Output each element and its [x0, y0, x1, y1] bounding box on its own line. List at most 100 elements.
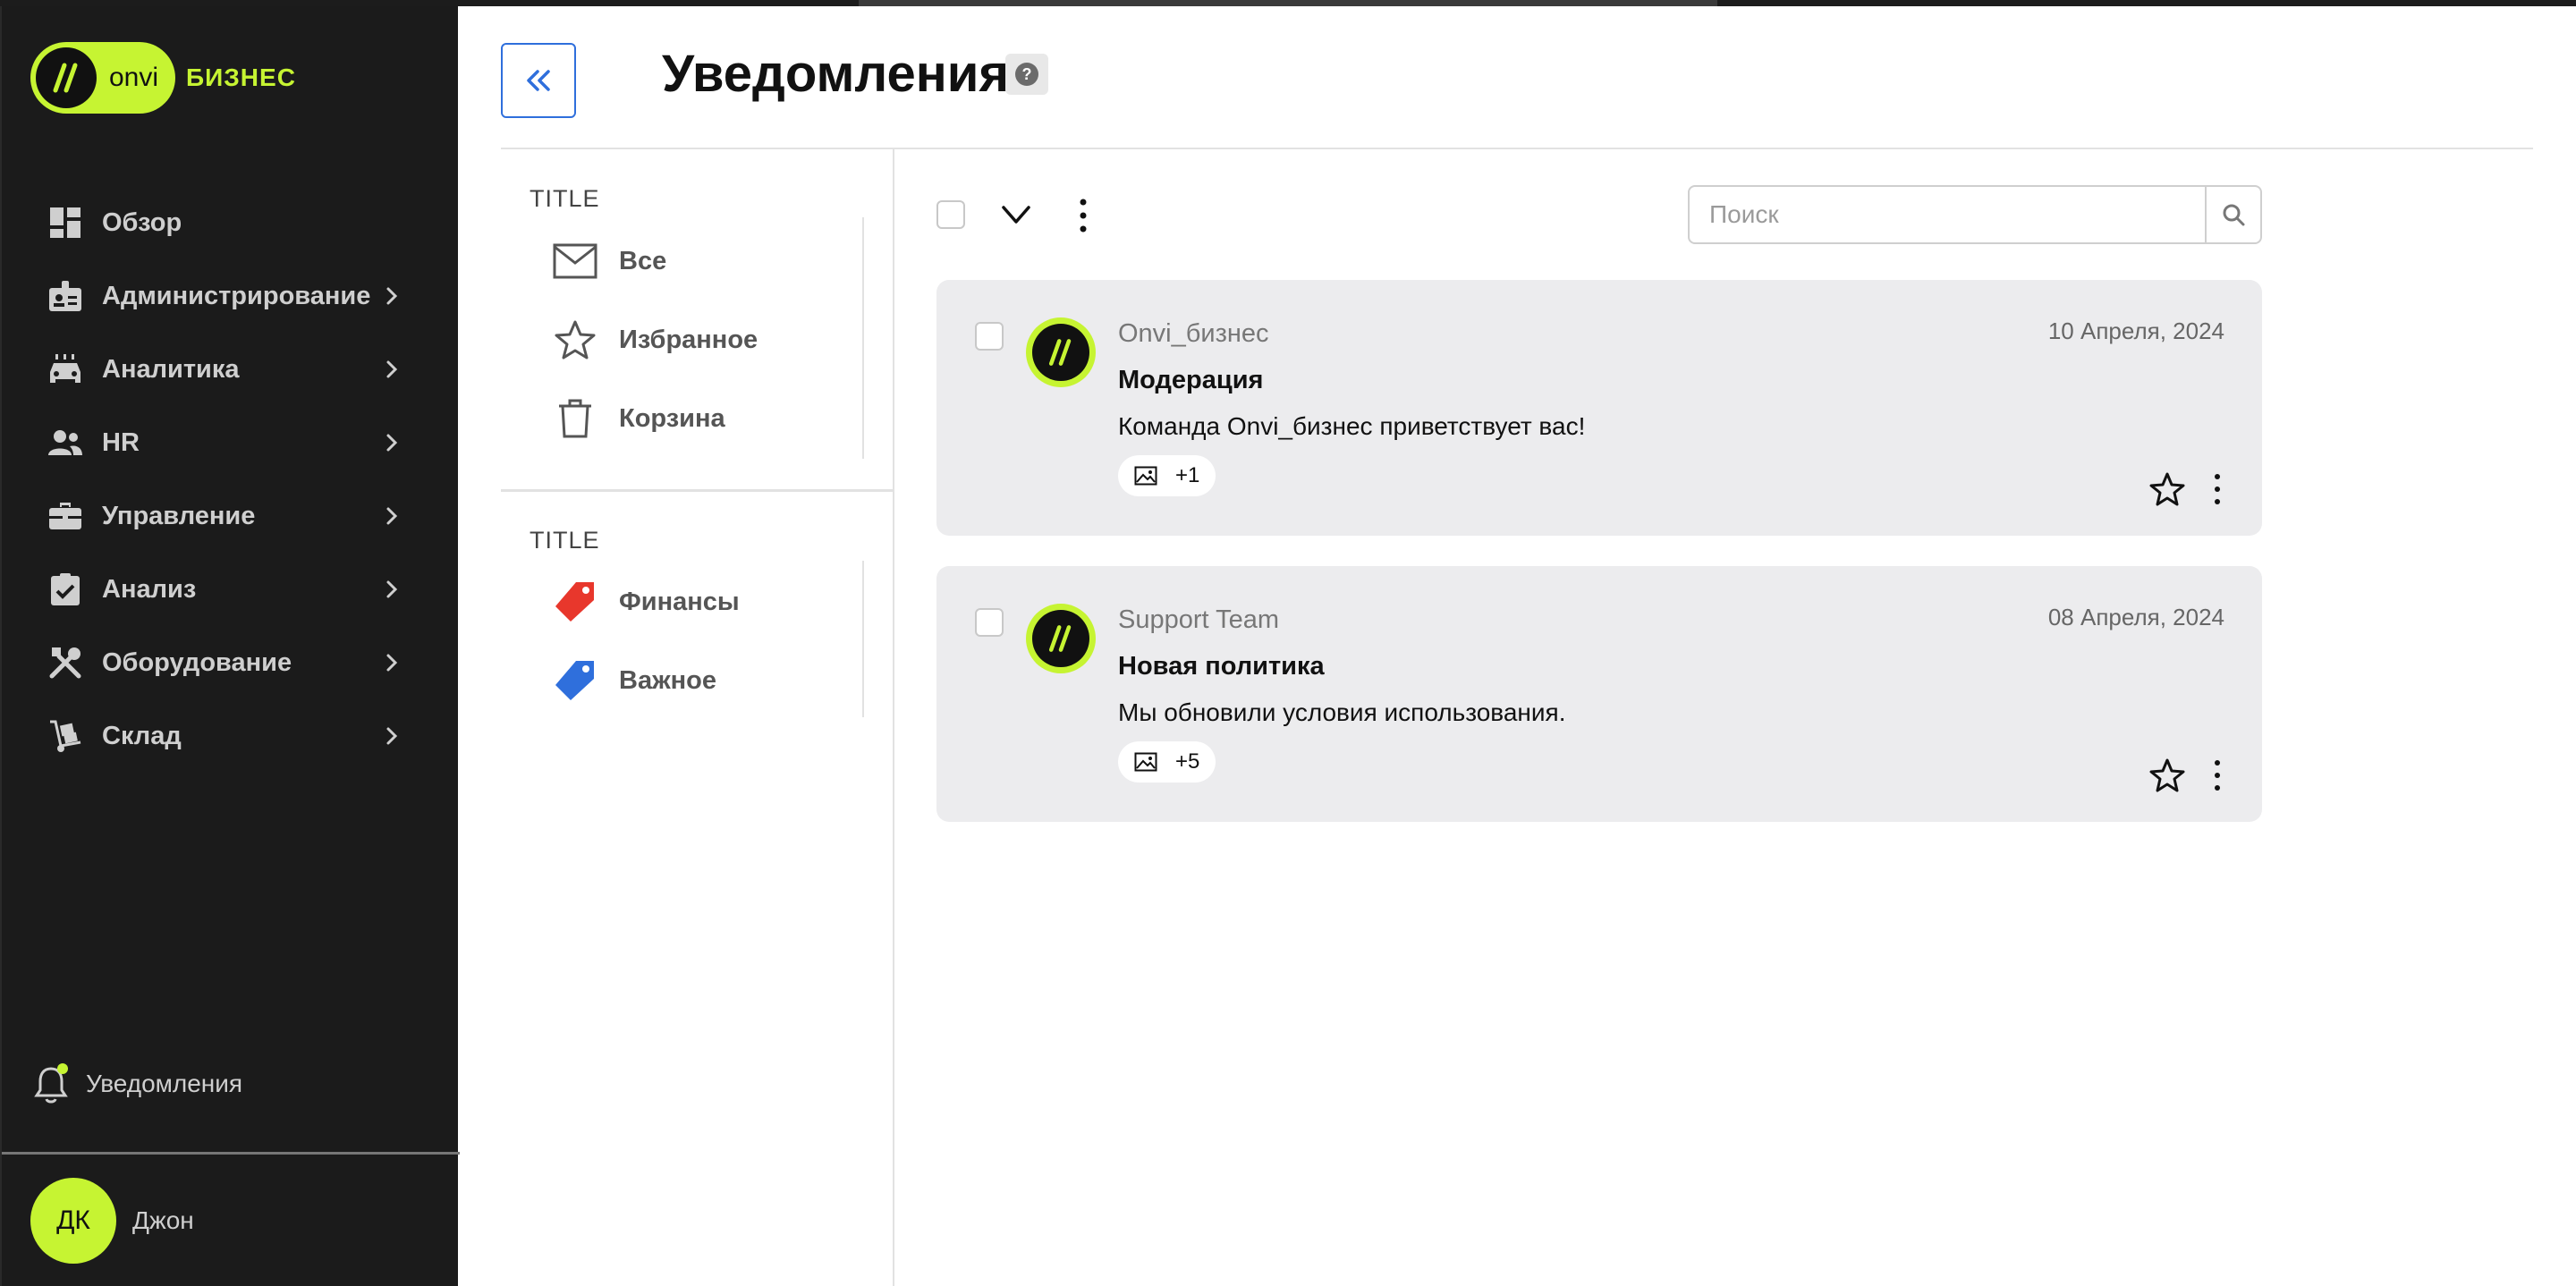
logo-pill: onvi [30, 42, 175, 114]
user-profile[interactable]: ДК Джон [30, 1178, 194, 1264]
select-all-checkbox[interactable] [936, 200, 965, 229]
avatar: ДК [30, 1178, 116, 1264]
people-icon [47, 424, 84, 461]
folders-section-title: TITLE [530, 185, 600, 212]
brand-logo[interactable]: onvi БИЗНЕС [30, 42, 296, 114]
dashboard-icon [47, 204, 84, 241]
folders-section-title: TITLE [530, 527, 600, 554]
attachments-count: +5 [1175, 749, 1200, 774]
sidebar-item-analysis[interactable]: Анализ [47, 563, 413, 616]
sidebar-item-label: Администрирование [102, 281, 371, 310]
user-name: Джон [132, 1206, 194, 1234]
help-icon: ? [1015, 63, 1038, 86]
search-icon [2223, 204, 2245, 226]
star-icon[interactable] [2149, 471, 2185, 507]
attachments-chip[interactable]: +1 [1118, 455, 1216, 496]
collapse-sidebar-button[interactable] [501, 43, 576, 118]
tag-icon [551, 578, 599, 626]
message-sender: Onvi_бизнес [1118, 319, 1269, 348]
label-finance[interactable]: Финансы [551, 575, 740, 629]
sidebar-divider [2, 1152, 460, 1155]
label-text: Финансы [619, 587, 740, 616]
logo-mark-icon [1032, 610, 1089, 667]
window-top-bar [0, 0, 2576, 6]
logo-text: onvi [109, 63, 159, 92]
folder-label: Корзина [619, 403, 725, 433]
chevron-right-icon [386, 654, 398, 672]
chevron-right-icon [386, 360, 398, 378]
sidebar: onvi БИЗНЕС Обзор Администрирование Анал… [0, 6, 460, 1286]
sidebar-item-label: Обзор [102, 207, 182, 237]
notifications-label: Уведомления [86, 1070, 243, 1097]
sidebar-item-overview[interactable]: Обзор [47, 196, 413, 250]
folder-label: Все [619, 246, 667, 275]
sidebar-item-label: HR [102, 427, 140, 457]
chevron-right-icon [386, 287, 398, 305]
sidebar-item-label: Управление [102, 501, 256, 530]
sidebar-item-management[interactable]: Управление [47, 489, 413, 543]
trash-icon [551, 394, 599, 443]
clipboard-check-icon [47, 571, 84, 608]
search-input[interactable] [1690, 187, 2205, 242]
label-important[interactable]: Важное [551, 654, 716, 707]
folders-panel: TITLE Все Избранное Корзина TITLE Финанс… [501, 149, 894, 1286]
chevron-right-icon [386, 434, 398, 452]
sidebar-item-label: Оборудование [102, 647, 292, 677]
attachments-chip[interactable]: +5 [1118, 741, 1216, 783]
message-subject: Модерация [1118, 366, 1264, 394]
sidebar-item-label: Аналитика [102, 354, 240, 384]
sidebar-item-analytics[interactable]: Аналитика [47, 343, 413, 396]
logo-mark-icon [1032, 324, 1089, 381]
message-item[interactable]: Onvi_бизнес 10 Апреля, 2024 Модерация Ко… [936, 280, 2262, 536]
chevron-right-icon [386, 727, 398, 745]
folder-favorites[interactable]: Избранное [551, 313, 758, 367]
star-icon [551, 316, 599, 364]
message-sender: Support Team [1118, 605, 1280, 634]
chevron-right-icon [386, 580, 398, 598]
sidebar-item-warehouse[interactable]: Склад [47, 709, 413, 763]
sidebar-notifications-link[interactable]: Уведомления [32, 1057, 242, 1111]
help-button[interactable]: ? [1005, 54, 1048, 95]
mail-icon [551, 237, 599, 285]
sidebar-item-label: Анализ [102, 574, 197, 604]
logo-mark-icon [36, 47, 97, 108]
folders-section-rule [862, 217, 864, 459]
attachments-count: +1 [1175, 463, 1200, 487]
page-title: Уведомления [662, 45, 1010, 103]
sidebar-item-equipment[interactable]: Оборудование [47, 636, 413, 690]
star-icon[interactable] [2149, 757, 2185, 793]
hand-truck-icon [47, 717, 84, 755]
tag-icon [551, 656, 599, 705]
message-checkbox[interactable] [975, 322, 1004, 351]
search-box [1688, 185, 2262, 244]
folder-trash[interactable]: Корзина [551, 392, 725, 445]
message-item[interactable]: Support Team 08 Апреля, 2024 Новая полит… [936, 566, 2262, 822]
double-chevron-left-icon [527, 70, 550, 91]
sidebar-item-hr[interactable]: HR [47, 416, 413, 470]
message-date: 08 Апреля, 2024 [2047, 604, 2224, 630]
sidebar-item-label: Склад [102, 721, 182, 750]
folder-label: Избранное [619, 325, 758, 354]
message-more-icon[interactable] [2208, 757, 2226, 793]
label-text: Важное [619, 665, 716, 695]
message-preview: Мы обновили условия использования. [1118, 698, 1566, 726]
notification-dot [57, 1063, 68, 1074]
folder-all[interactable]: Все [551, 234, 666, 288]
message-preview: Команда Onvi_бизнес приветствует вас! [1118, 412, 1586, 440]
message-checkbox[interactable] [975, 608, 1004, 637]
chevron-down-icon[interactable] [998, 199, 1034, 231]
search-button[interactable] [2205, 187, 2260, 242]
car-icon [47, 351, 84, 388]
more-options-icon[interactable] [1070, 197, 1097, 234]
image-icon [1134, 752, 1157, 772]
bell-icon [32, 1063, 70, 1104]
sidebar-item-administration[interactable]: Администрирование [47, 269, 413, 323]
tools-icon [47, 644, 84, 681]
message-more-icon[interactable] [2208, 471, 2226, 507]
message-subject: Новая политика [1118, 652, 1325, 681]
folders-divider [501, 489, 894, 492]
folders-section-rule [862, 561, 864, 717]
briefcase-icon [47, 497, 84, 535]
logo-suffix: БИЗНЕС [186, 63, 296, 91]
chevron-right-icon [386, 507, 398, 525]
